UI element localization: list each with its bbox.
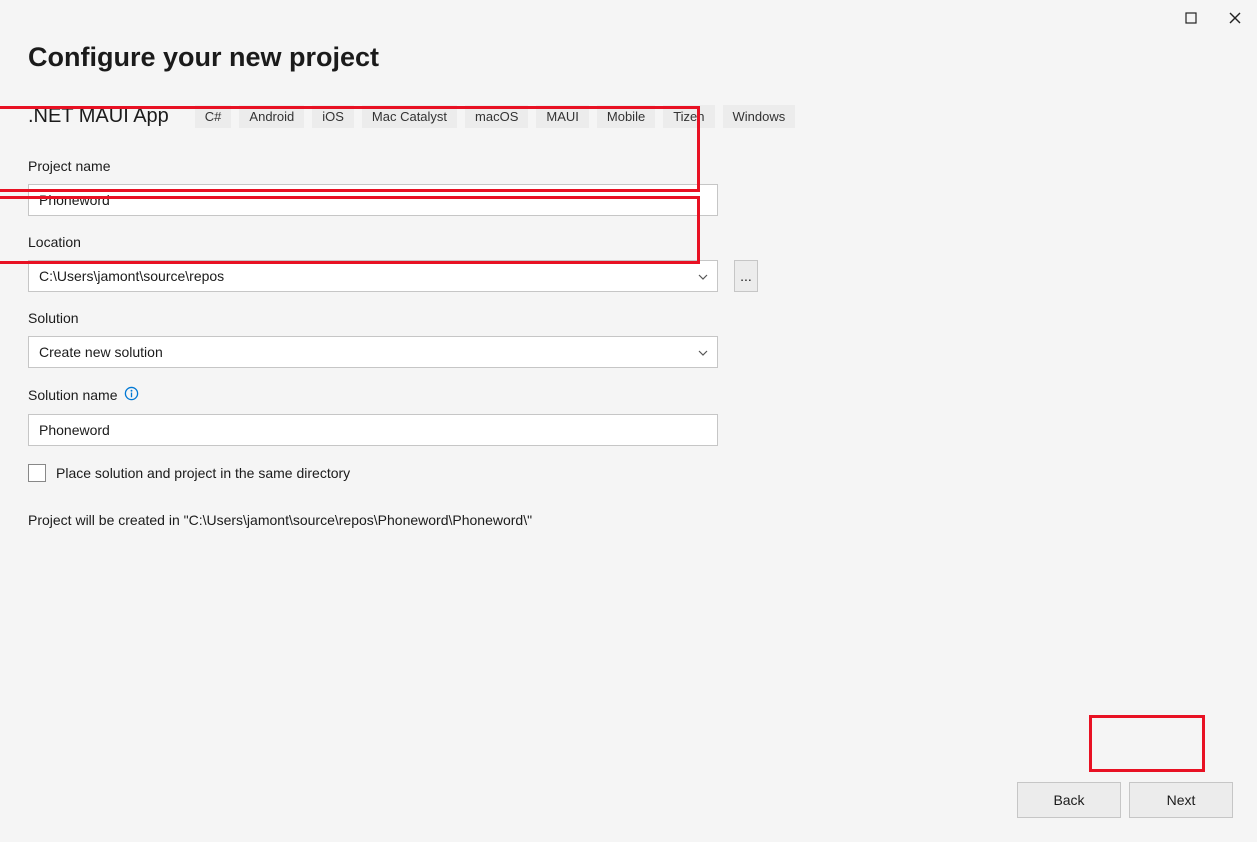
solution-name-label: Solution name	[28, 386, 758, 404]
tag-mobile: Mobile	[597, 105, 655, 128]
template-row: .NET MAUI App C# Android iOS Mac Catalys…	[28, 105, 1229, 128]
tag-maui: MAUI	[536, 105, 589, 128]
project-name-input[interactable]	[28, 184, 718, 216]
tag-android: Android	[239, 105, 304, 128]
tag-windows: Windows	[723, 105, 796, 128]
location-input[interactable]	[28, 260, 718, 292]
same-directory-row[interactable]: Place solution and project in the same d…	[28, 464, 1229, 482]
solution-select-value: Create new solution	[39, 344, 163, 360]
tag-macos: macOS	[465, 105, 528, 128]
browse-button[interactable]: ...	[734, 260, 758, 292]
solution-name-input[interactable]	[28, 414, 718, 446]
template-name: .NET MAUI App	[28, 105, 169, 128]
tag-tizen: Tizen	[663, 105, 714, 128]
next-button[interactable]: Next	[1129, 782, 1233, 818]
back-button[interactable]: Back	[1017, 782, 1121, 818]
location-label: Location	[28, 234, 758, 250]
tag-ios: iOS	[312, 105, 354, 128]
info-icon[interactable]	[124, 386, 139, 404]
location-block: Location ...	[28, 234, 758, 292]
project-name-block: Project name	[28, 158, 758, 216]
solution-block: Solution Create new solution	[28, 310, 758, 368]
solution-label: Solution	[28, 310, 758, 326]
same-directory-checkbox[interactable]	[28, 464, 46, 482]
tag-csharp: C#	[195, 105, 232, 128]
solution-name-label-text: Solution name	[28, 387, 118, 403]
same-directory-label: Place solution and project in the same d…	[56, 465, 350, 481]
project-name-label: Project name	[28, 158, 758, 174]
solution-name-block: Solution name	[28, 386, 758, 446]
solution-select[interactable]: Create new solution	[28, 336, 718, 368]
tag-mac-catalyst: Mac Catalyst	[362, 105, 457, 128]
page-title: Configure your new project	[28, 42, 1229, 73]
creation-path-text: Project will be created in "C:\Users\jam…	[28, 512, 1229, 528]
highlight-next-button	[1089, 715, 1205, 772]
